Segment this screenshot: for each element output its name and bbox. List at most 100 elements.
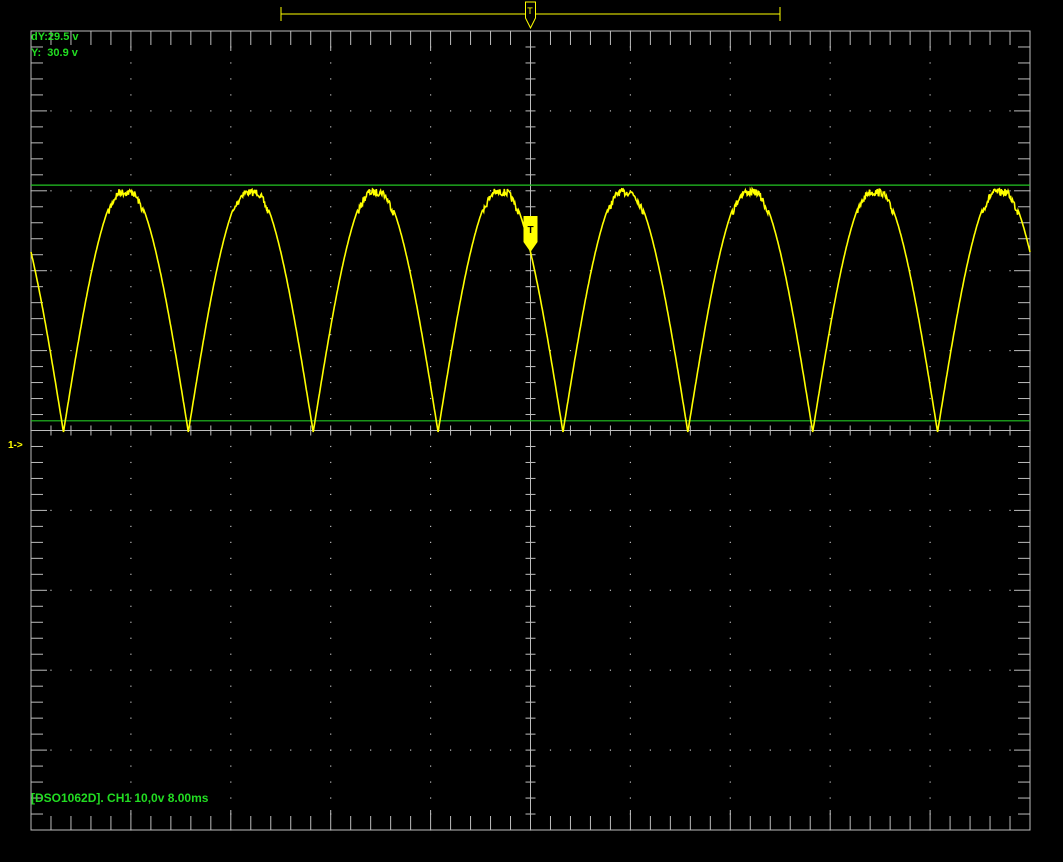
grid-dot — [629, 334, 631, 336]
grid-dot — [629, 254, 631, 256]
y-readout: Y: 30.9 v — [31, 47, 78, 59]
grid-dot — [889, 669, 891, 671]
grid-dot — [1009, 669, 1011, 671]
grid-dot — [669, 350, 671, 352]
grid-dot — [150, 589, 152, 591]
grid-dot — [310, 669, 312, 671]
grid-dot — [370, 350, 372, 352]
grid-dot — [190, 669, 192, 671]
grid-dot — [230, 206, 232, 208]
grid-dot — [629, 525, 631, 527]
grid-dot — [849, 749, 851, 751]
grid-dot — [849, 270, 851, 272]
grid-dot — [729, 493, 731, 496]
grid-dot — [430, 270, 432, 272]
grid-dot — [370, 509, 372, 511]
grid-dot — [250, 429, 252, 432]
grid-dot — [789, 350, 791, 352]
grid-dot — [829, 397, 831, 400]
grid-dot — [310, 350, 312, 352]
grid-dot — [949, 589, 951, 591]
grid-dot — [829, 30, 831, 32]
grid-dot — [989, 589, 991, 591]
grid-dot — [669, 110, 671, 112]
grid-dot — [430, 765, 432, 767]
grid-dot — [929, 110, 931, 112]
grid-dot — [90, 509, 92, 511]
grid-dot — [410, 190, 412, 192]
grid-dot — [949, 110, 951, 112]
grid-dot — [330, 717, 332, 719]
grid-dot — [589, 589, 592, 591]
grid-dot — [130, 302, 132, 304]
grid-dot — [569, 350, 572, 352]
grid-dot — [909, 589, 911, 591]
grid-dot — [130, 174, 132, 176]
grid-dot — [729, 334, 731, 336]
grid-dot — [729, 62, 731, 64]
grid-dot — [1009, 749, 1011, 751]
grid-dot — [529, 461, 532, 464]
grid-dot — [629, 222, 631, 224]
grid-dot — [729, 270, 731, 272]
grid-dot — [829, 286, 831, 288]
grid-dot — [769, 110, 771, 112]
grid-dot — [729, 238, 731, 240]
grid-dot — [729, 78, 731, 80]
grid-dot — [430, 525, 432, 527]
grid-dot — [769, 669, 771, 671]
grid-dot — [729, 126, 731, 128]
grid-dot — [829, 605, 831, 607]
grid-dot — [709, 429, 711, 432]
grid-dot — [949, 749, 951, 751]
grid-dot — [130, 286, 132, 288]
grid-dot — [529, 509, 532, 511]
grid-dot — [629, 541, 631, 543]
grid-dot — [350, 190, 352, 192]
grid-dot — [769, 270, 771, 272]
grid-dot — [330, 589, 332, 591]
channel-1-marker[interactable]: 1-> — [8, 439, 23, 452]
grid-dot — [649, 669, 651, 671]
grid-dot — [969, 190, 971, 192]
grid-dot — [809, 190, 811, 192]
grid-dot — [929, 397, 931, 400]
grid-dot — [489, 429, 492, 432]
grid-dot — [629, 813, 631, 815]
grid-dot — [669, 429, 671, 432]
grid-dot — [629, 413, 631, 416]
grid-dot — [829, 78, 831, 80]
grid-dot — [1029, 270, 1031, 272]
grid-dot — [929, 829, 931, 831]
grid-dot — [809, 350, 811, 352]
grid-dot — [729, 429, 731, 432]
grid-dot — [609, 270, 612, 272]
grid-dot — [689, 589, 691, 591]
grid-dot — [829, 541, 831, 543]
grid-dot — [230, 46, 232, 48]
grid-dot — [929, 318, 931, 320]
grid-dot — [1009, 270, 1011, 272]
grid-dot — [729, 525, 731, 527]
grid-dot — [110, 190, 112, 192]
grid-dot — [929, 797, 931, 799]
grid-dot — [929, 94, 931, 96]
grid-dot — [70, 749, 72, 751]
grid-dot — [689, 110, 691, 112]
grid-dot — [270, 749, 272, 751]
grid-dot — [729, 222, 731, 224]
grid-dot — [829, 350, 831, 352]
grid-dot — [909, 669, 911, 671]
grid-dot — [50, 110, 52, 112]
grid-dot — [509, 749, 512, 751]
grid-dot — [789, 429, 791, 432]
grid-dot — [290, 350, 292, 352]
grid-dot — [729, 94, 731, 96]
grid-dot — [430, 445, 432, 448]
grid-dot — [649, 509, 651, 511]
grid-dot — [330, 110, 332, 112]
grid-dot — [330, 30, 332, 32]
grid-dot — [929, 525, 931, 527]
grid-dot — [350, 429, 352, 432]
grid-dot — [729, 110, 731, 112]
